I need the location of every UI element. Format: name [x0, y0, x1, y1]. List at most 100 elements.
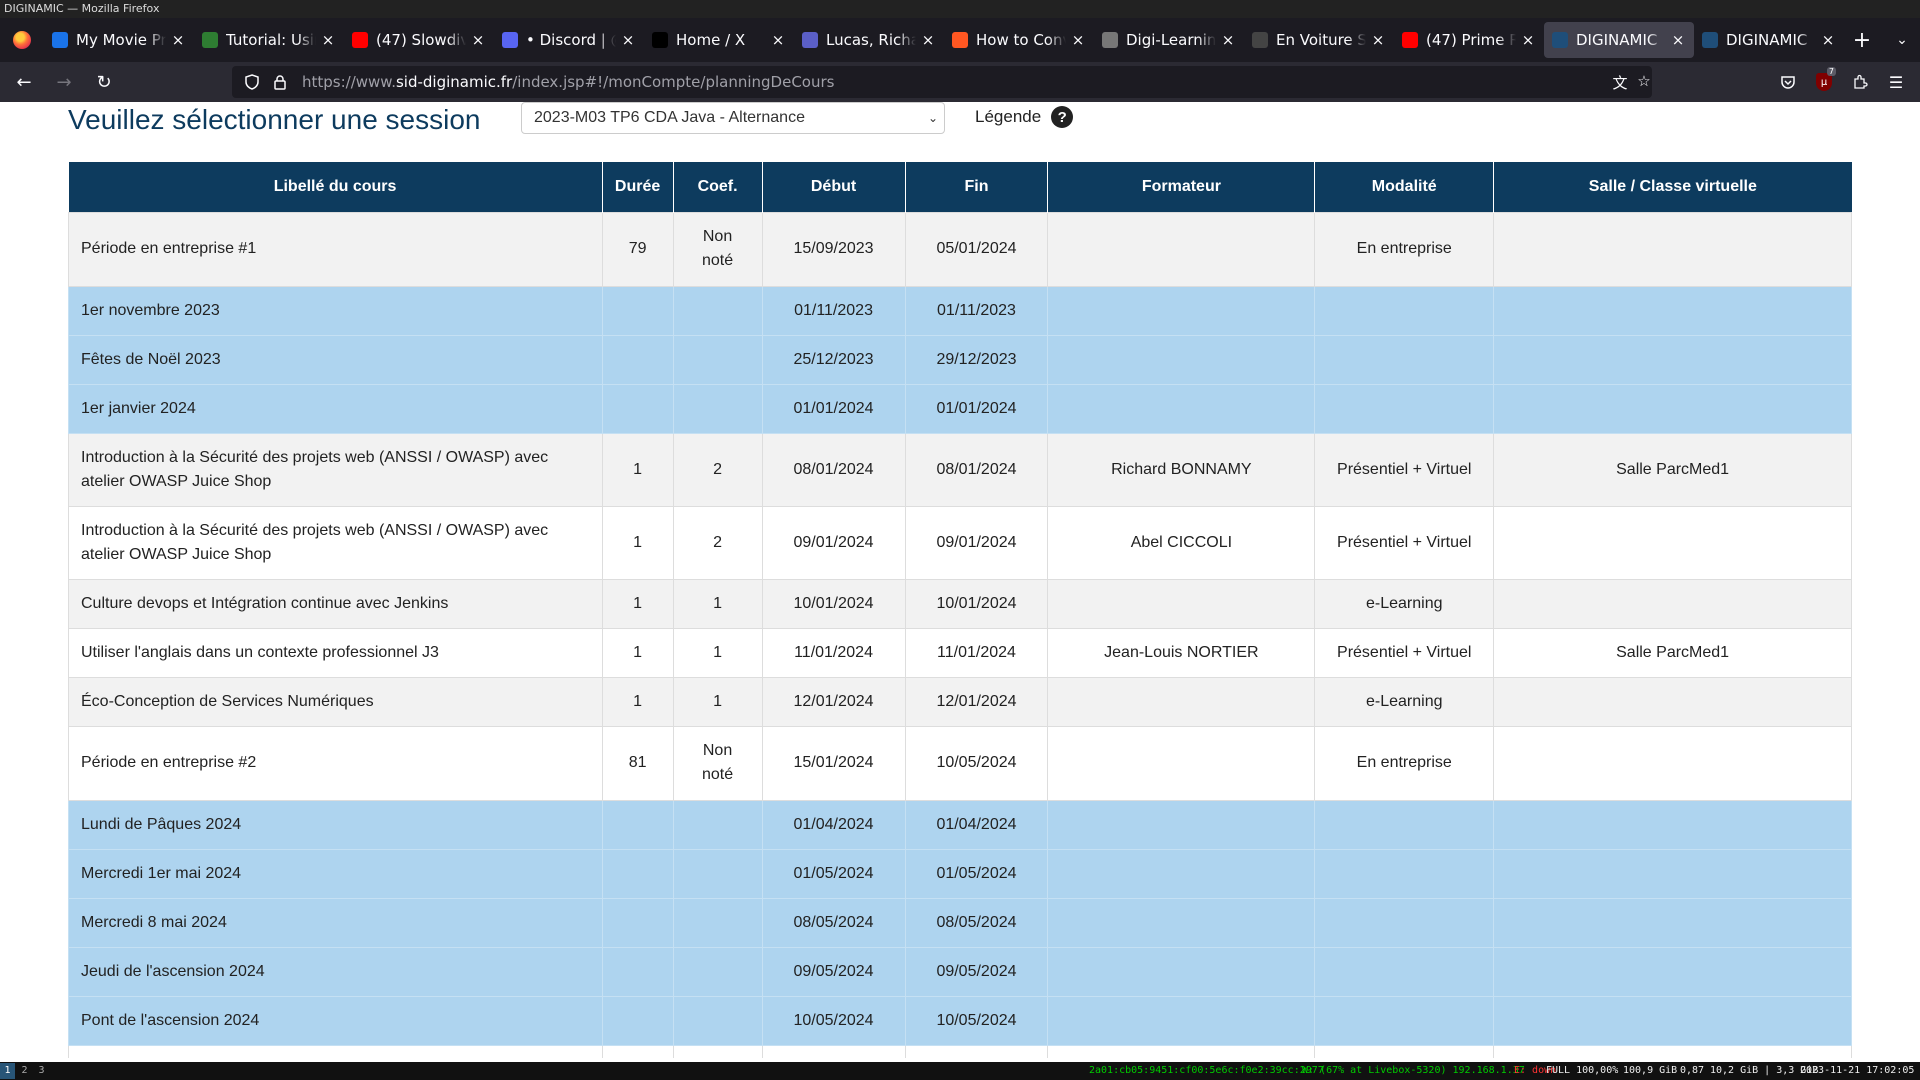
header-formateur[interactable]: Formateur: [1047, 162, 1315, 212]
header-duree[interactable]: Durée: [601, 162, 674, 212]
cell-duree: [601, 383, 674, 434]
tab-close-icon[interactable]: ×: [1820, 31, 1836, 49]
holiday-row[interactable]: Mercredi 8 mai 2024 08/05/2024 08/05/2024: [68, 897, 1852, 948]
check-icon: [202, 32, 218, 48]
header-libelle[interactable]: Libellé du cours: [68, 162, 603, 212]
cell-libelle: Introduction à la Sécurité des projets w…: [68, 505, 603, 580]
tab-4[interactable]: Home / X ×: [644, 22, 794, 58]
workspace-3[interactable]: 3: [34, 1063, 49, 1079]
hamburger-menu-icon[interactable]: ☰: [1878, 66, 1914, 98]
legend[interactable]: Légende ?: [975, 106, 1074, 128]
help-icon[interactable]: ?: [1051, 106, 1074, 128]
tab-close-icon[interactable]: ×: [320, 31, 336, 49]
cell-coef: Non noté: [672, 725, 763, 801]
ublock-extension-icon[interactable]: μ7: [1806, 66, 1842, 98]
holiday-row[interactable]: Fêtes de Noël 2023 25/12/2023 29/12/2023: [68, 334, 1852, 385]
header-salle[interactable]: Salle / Classe virtuelle: [1493, 162, 1852, 212]
reload-button[interactable]: ↻: [88, 66, 120, 98]
lock-icon[interactable]: [270, 72, 290, 92]
holiday-row[interactable]: Mercredi 1er mai 2024 01/05/2024 01/05/202…: [68, 848, 1852, 899]
cell-duree: [601, 1044, 674, 1058]
navigation-bar: ← → ↻ https://www.sid-diginamic.fr/index…: [0, 62, 1920, 102]
cell-formateur: [1047, 799, 1316, 850]
tab-2[interactable]: (47) Slowdive×: [344, 22, 494, 58]
cell-fin: 01/05/2024: [904, 848, 1049, 899]
course-row[interactable]: Introduction à la Sécurité des projets w…: [68, 505, 1852, 580]
header-modalite[interactable]: Modalité: [1314, 162, 1494, 212]
course-row[interactable]: Éco-Conception de Services Numériques 1 1 1…: [68, 676, 1852, 727]
header-debut[interactable]: Début: [761, 162, 905, 212]
workspace-2[interactable]: 2: [17, 1063, 32, 1079]
new-tab-button[interactable]: +: [1844, 22, 1880, 58]
tab-close-icon[interactable]: ×: [770, 31, 786, 49]
cell-fin: 29/12/2023: [904, 334, 1049, 385]
status-wifi: W: (67% at Livebox-5320) 192.168.1.37: [1302, 1065, 1525, 1076]
bookmark-star-icon[interactable]: ☆: [1634, 72, 1654, 92]
tab-close-icon[interactable]: ×: [1220, 31, 1236, 49]
cell-coef: [672, 848, 763, 899]
course-row[interactable]: Période en entreprise #1 79 Non noté 15/09/…: [68, 211, 1852, 287]
tracking-protection-icon[interactable]: [242, 72, 262, 92]
holiday-row[interactable]: 1er novembre 2023 01/11/2023 01/11/2023: [68, 285, 1852, 336]
tab-9[interactable]: (47) Prime Re×: [1394, 22, 1544, 58]
tab-close-icon[interactable]: ×: [620, 31, 636, 49]
tab-11[interactable]: DIGINAMIC ×: [1694, 22, 1844, 58]
tab-label: DIGINAMIC: [1726, 31, 1808, 49]
tab-close-icon[interactable]: ×: [170, 31, 186, 49]
tab-0[interactable]: My Movie Pro ×: [44, 22, 194, 58]
course-row[interactable]: Culture devops et Intégration continue a…: [68, 578, 1852, 629]
discord-icon: [502, 32, 518, 48]
holiday-row[interactable]: 1er janvier 2024 01/01/2024 01/01/2024: [68, 383, 1852, 434]
translate-icon[interactable]: 文: [1610, 72, 1630, 92]
pocket-icon[interactable]: [1770, 66, 1806, 98]
tab-label: (47) Slowdive: [376, 31, 466, 49]
cell-modalite: [1314, 995, 1495, 1046]
extensions-icon[interactable]: [1842, 66, 1878, 98]
tab-close-icon[interactable]: ×: [1370, 31, 1386, 49]
cell-debut: 25/12/2023: [761, 334, 906, 385]
tab-3[interactable]: • Discord | @ ×: [494, 22, 644, 58]
header-fin[interactable]: Fin: [904, 162, 1048, 212]
list-all-tabs-button[interactable]: ⌄: [1884, 22, 1920, 58]
url-bar[interactable]: https://www.sid-diginamic.fr/index.jsp#!…: [232, 66, 1652, 98]
tab-8[interactable]: En Voiture Sin×: [1244, 22, 1394, 58]
course-row[interactable]: Utiliser l'anglais dans un contexte prof…: [68, 627, 1852, 678]
cell-coef: 1: [672, 578, 763, 629]
back-button[interactable]: ←: [8, 66, 40, 98]
cell-modalite: En entreprise: [1314, 725, 1495, 801]
workspace-1[interactable]: 1: [0, 1063, 15, 1079]
holiday-row[interactable]: Jeudi de l'ascension 2024 09/05/2024 09/05…: [68, 946, 1852, 997]
session-select[interactable]: 2023-M03 TP6 CDA Java - Alternance ⌄: [521, 102, 945, 134]
cell-libelle: Mercredi 1er mai 2024: [68, 848, 603, 899]
tab-7[interactable]: Digi-Learning ×: [1094, 22, 1244, 58]
holiday-row[interactable]: Lundi de Pâques 2024 01/04/2024 01/04/2024: [68, 799, 1852, 850]
firefox-view-icon[interactable]: [0, 18, 44, 62]
tab-close-icon[interactable]: ×: [1070, 31, 1086, 49]
forward-button[interactable]: →: [48, 66, 80, 98]
cell-formateur: Jean-Louis NORTIER: [1047, 627, 1316, 678]
cell-fin: 05/01/2024: [904, 211, 1049, 287]
tab-close-icon[interactable]: ×: [1670, 31, 1686, 49]
course-row[interactable]: [68, 1044, 1852, 1058]
tab-10[interactable]: DIGINAMIC ×: [1544, 22, 1694, 58]
header-coef[interactable]: Coef.: [672, 162, 763, 212]
holiday-row[interactable]: Pont de l'ascension 2024 10/05/2024 10/05/…: [68, 995, 1852, 1046]
status-ipv6: 2a01:cb05:9451:cf00:5e6c:f0e2:39cc:2977: [1089, 1065, 1324, 1076]
cell-libelle: Culture devops et Intégration continue a…: [68, 578, 603, 629]
tab-close-icon[interactable]: ×: [470, 31, 486, 49]
cell-debut: 10/05/2024: [761, 995, 906, 1046]
cell-modalite: [1314, 383, 1495, 434]
course-planning-table: Libellé du cours Durée Coef. Début Fin F…: [68, 162, 1852, 1058]
cell-coef: 1: [672, 627, 763, 678]
tab-close-icon[interactable]: ×: [920, 31, 936, 49]
url-text[interactable]: https://www.sid-diginamic.fr/index.jsp#!…: [302, 73, 834, 91]
course-row[interactable]: Période en entreprise #2 81 Non noté 15/01/…: [68, 725, 1852, 801]
tab-1[interactable]: Tutorial: Using×: [194, 22, 344, 58]
tab-5[interactable]: Lucas, Richar×: [794, 22, 944, 58]
tab-close-icon[interactable]: ×: [1520, 31, 1536, 49]
cell-salle: [1493, 848, 1852, 899]
tab-label: Tutorial: Using: [226, 31, 316, 49]
tab-6[interactable]: How to Conve×: [944, 22, 1094, 58]
cell-salle: [1493, 334, 1852, 385]
course-row[interactable]: Introduction à la Sécurité des projets w…: [68, 432, 1852, 507]
